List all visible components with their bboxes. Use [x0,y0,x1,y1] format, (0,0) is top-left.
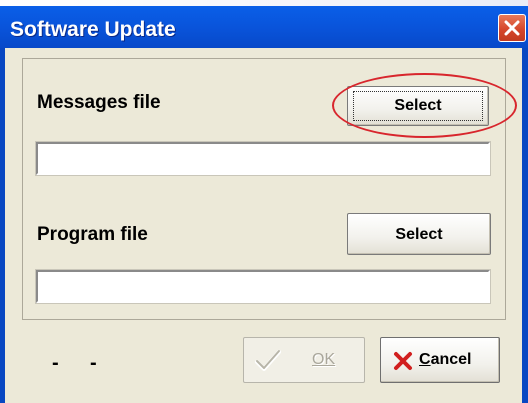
ok-button[interactable]: OK [243,337,365,383]
cancel-x-icon [394,352,412,370]
messages-file-field[interactable] [36,142,490,175]
cancel-button[interactable]: Cancel [380,337,500,383]
window-border-right [522,48,528,403]
annotation-circle [332,73,517,138]
cancel-label: Cancel [419,351,472,368]
close-icon [504,20,520,36]
status-indicator-2: - [90,352,97,374]
close-button[interactable] [498,14,526,42]
window-border-left [0,48,5,403]
status-indicator-1: - [52,352,59,374]
program-file-label: Program file [37,224,148,245]
checkmark-icon [255,350,281,371]
window-title: Software Update [10,18,176,41]
messages-file-label: Messages file [37,92,161,113]
program-file-field[interactable] [36,270,490,303]
program-select-button[interactable]: Select [347,213,491,255]
